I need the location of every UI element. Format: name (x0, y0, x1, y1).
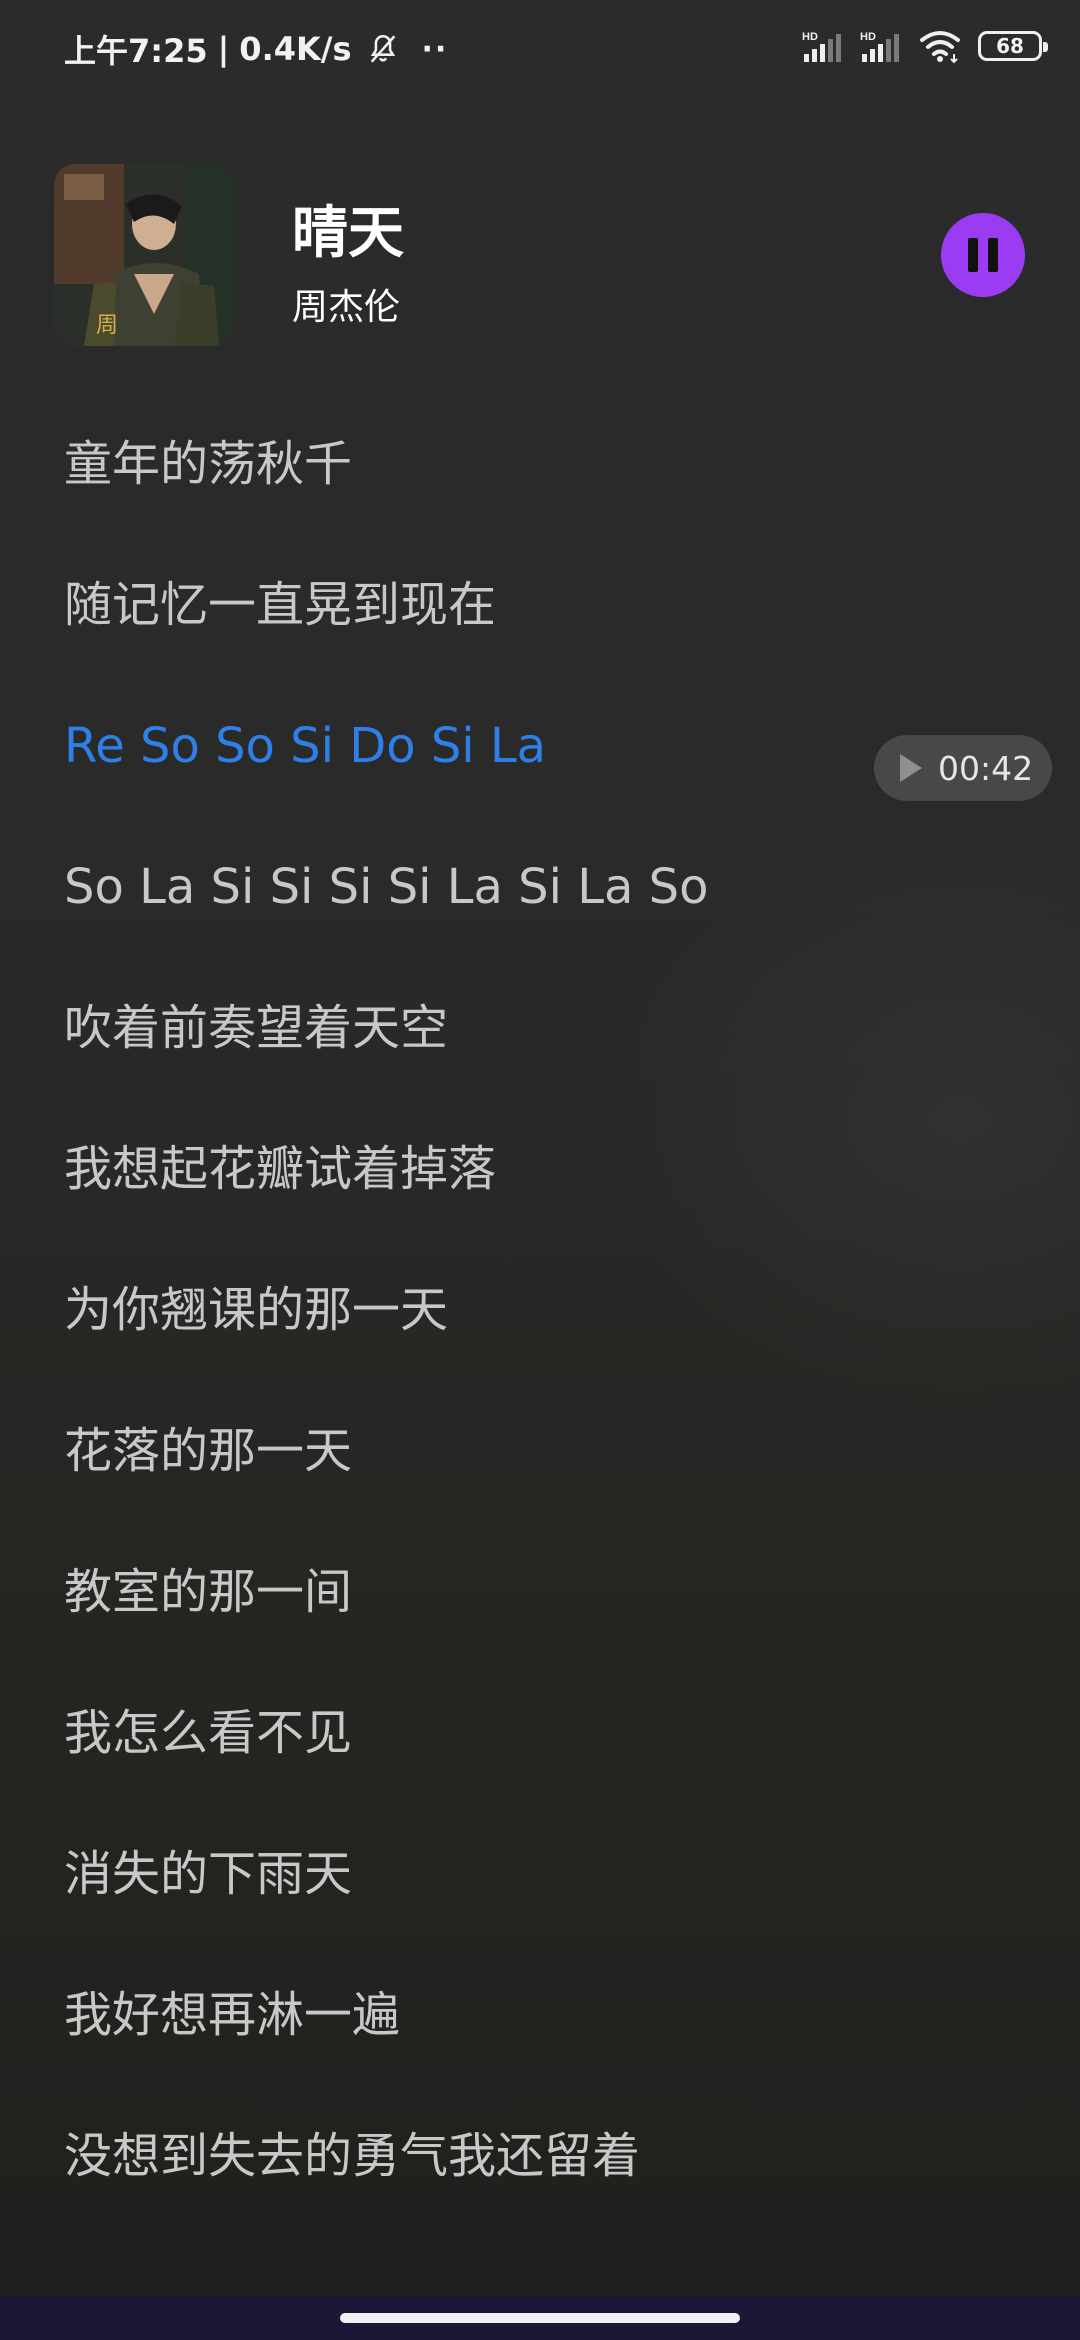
battery-level: 68 (996, 34, 1024, 58)
lyrics-list[interactable]: 童年的荡秋千 随记忆一直晃到现在 Re So So Si Do Si La So… (64, 440, 1024, 2273)
pause-icon-bar-right (988, 238, 998, 272)
status-time: 上午7:25 (64, 32, 208, 70)
album-cover-art: 周 (54, 164, 236, 346)
lyric-line[interactable]: 吹着前奏望着天空 (64, 1004, 1024, 1145)
song-title: 晴天 (292, 201, 404, 266)
signal-hd-icon-2: HD (860, 31, 899, 62)
pause-icon-bar-left (968, 238, 978, 272)
status-separator: | (217, 30, 230, 68)
home-indicator[interactable] (340, 2313, 740, 2323)
lyric-line[interactable]: 花落的那一天 (64, 1427, 1024, 1568)
lyric-line[interactable]: 随记忆一直晃到现在 (64, 581, 1024, 722)
more-notifications-icon: ·· (421, 31, 449, 67)
bell-muted-icon (370, 34, 395, 63)
lyric-line[interactable]: 我好想再淋一遍 (64, 1991, 1024, 2132)
status-right: HD HD 68 (802, 28, 1048, 64)
now-playing-header: 周 晴天 周杰伦 (0, 160, 1080, 350)
pause-button[interactable] (941, 213, 1025, 297)
lyric-line[interactable]: So La Si Si Si Si La Si La So (64, 863, 1024, 1004)
lyric-line[interactable]: 没想到失去的勇气我还留着 (64, 2132, 1024, 2273)
lyric-line[interactable]: 我怎么看不见 (64, 1709, 1024, 1850)
lyric-line[interactable]: 我想起花瓣试着掉落 (64, 1145, 1024, 1286)
status-left: 上午7:25 | 0.4K/s ·· (64, 26, 448, 72)
signal-hd-icon: HD (802, 31, 841, 62)
lyric-line[interactable]: 教室的那一间 (64, 1568, 1024, 1709)
svg-text:HD: HD (802, 31, 818, 43)
lyric-line[interactable]: 童年的荡秋千 (64, 440, 1024, 581)
wifi-icon (920, 31, 960, 64)
svg-text:HD: HD (860, 31, 876, 43)
network-speed: 0.4K/s (239, 30, 352, 68)
seek-time: 00:42 (938, 748, 1034, 788)
song-artist[interactable]: 周杰伦 (292, 278, 400, 330)
album-cover[interactable]: 周 (54, 164, 236, 346)
lyric-line-active[interactable]: Re So So Si Do Si La (64, 722, 1024, 863)
lyric-line[interactable]: 为你翘课的那一天 (64, 1286, 1024, 1427)
battery-icon: 68 (978, 31, 1048, 61)
play-icon (900, 754, 922, 782)
svg-text:周: 周 (96, 313, 118, 338)
gesture-navigation-bar (0, 2296, 1080, 2340)
status-bar: 上午7:25 | 0.4K/s ·· HD HD 68 (0, 0, 1080, 100)
lyric-line[interactable]: 消失的下雨天 (64, 1850, 1024, 1991)
play-from-line-button[interactable]: 00:42 (874, 735, 1052, 801)
